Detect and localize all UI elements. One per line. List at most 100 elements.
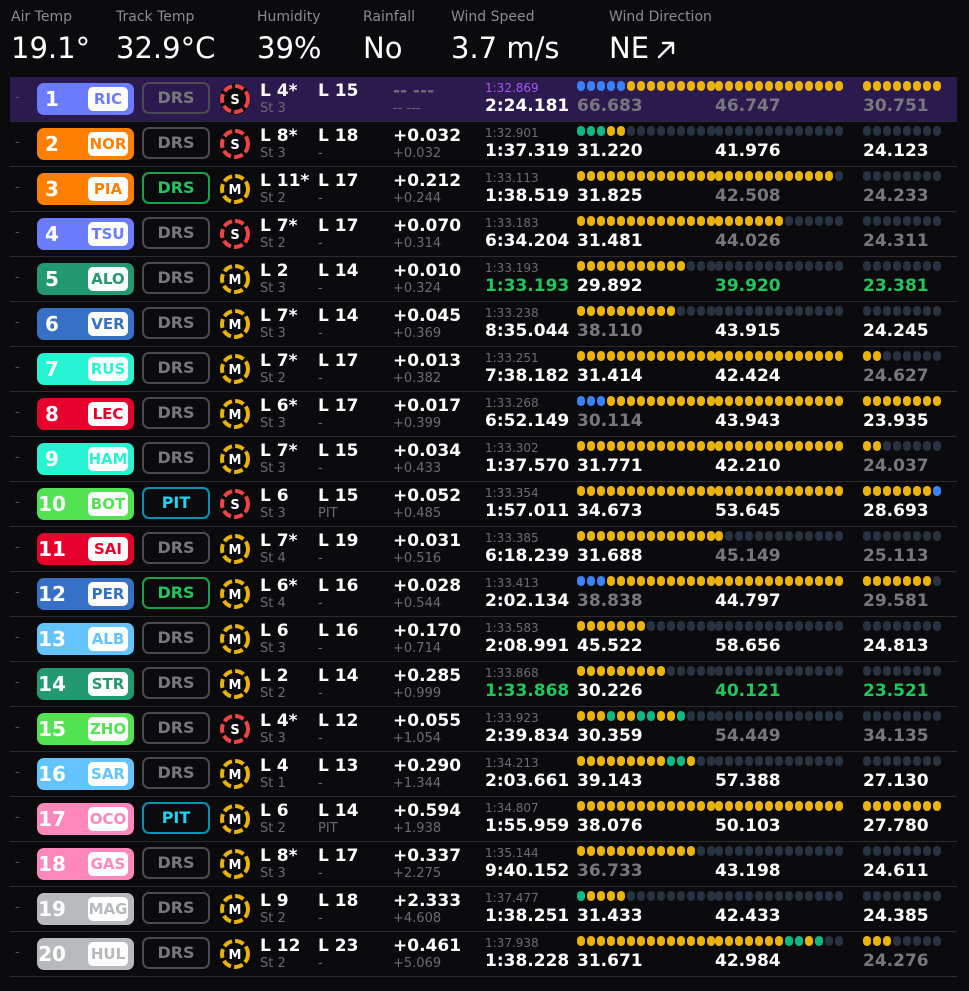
- driver-row[interactable]: -10 BOT PIT S L 6 St 3L 15 PIT +0.052 +0.485 1:33…: [10, 482, 957, 527]
- mini-sector: [933, 576, 941, 586]
- sector-time: 24.276: [863, 951, 929, 971]
- driver-row[interactable]: - 1 RIC DRS S L 4* St 3 L 15 -- --- -- --- 1:32.86…: [10, 77, 957, 122]
- stint-number: St 3: [260, 866, 286, 881]
- drs-indicator: DRS: [142, 622, 210, 654]
- mini-sector: [647, 351, 655, 361]
- mini-sector: [597, 351, 605, 361]
- mini-sector: [933, 441, 941, 451]
- mini-sector: [707, 216, 715, 226]
- driver-row[interactable]: -18 GAS DRS M L 8* St 3L 17- +0.337 +2.275 1:35.…: [10, 842, 957, 887]
- mini-sector: [873, 666, 881, 676]
- mini-sector: [873, 81, 881, 91]
- mini-sector: [735, 576, 743, 586]
- mini-sector: [755, 846, 763, 856]
- gap-to-leader: +1.054: [393, 731, 442, 746]
- driver-row[interactable]: -12 PER DRS M L 6* St 4L 16- +0.028 +0.544 1:33.…: [10, 572, 957, 617]
- mini-sector: [835, 576, 843, 586]
- mini-sector: [607, 531, 615, 541]
- humidity-label: Humidity: [257, 9, 321, 25]
- mini-sector: [903, 441, 911, 451]
- mini-sector: [627, 531, 635, 541]
- sector-time: 27.780: [863, 816, 929, 836]
- mini-sector: [657, 891, 665, 901]
- mini-sector: [657, 531, 665, 541]
- mini-sector: [607, 441, 615, 451]
- mini-sector: [715, 621, 723, 631]
- sector-time: 57.388: [715, 771, 781, 791]
- mini-sector: [795, 576, 803, 586]
- sector-3: 27.130: [863, 756, 943, 792]
- interval: +0.028: [393, 576, 462, 596]
- mini-sector: [863, 846, 871, 856]
- driver-row[interactable]: -5 ALO DRS M L 2 St 3L 14- +0.010 +0.324 1:33.19…: [10, 257, 957, 302]
- mini-sector: [647, 846, 655, 856]
- driver-row[interactable]: -19 MAG DRS M L 9 St 2L 18- +2.333 +4.608 1:37.4…: [10, 887, 957, 932]
- gap-info: +0.034 +0.433: [393, 441, 461, 477]
- driver-row[interactable]: -4 TSU DRS S L 7* St 2L 17- +0.070 +0.314 1:33.1…: [10, 212, 957, 257]
- driver-row[interactable]: -8 LEC DRS M L 6* St 3L 17- +0.017 +0.399 1:33.2…: [10, 392, 957, 437]
- sector-time: 24.385: [863, 906, 929, 926]
- row-indicator: -: [15, 315, 20, 330]
- mini-sector: [765, 621, 773, 631]
- mini-sector: [933, 81, 941, 91]
- mini-sector: [617, 351, 625, 361]
- mini-sectors: [577, 576, 717, 588]
- tyre-compound: M: [229, 858, 242, 873]
- mini-sector: [873, 936, 881, 946]
- lap-times: 1:32.869 2:24.181: [485, 81, 569, 117]
- mini-sector: [835, 261, 843, 271]
- interval: +0.461: [393, 936, 462, 956]
- driver-row[interactable]: -15 ZHO DRS S L 4* St 3L 12- +0.055 +1.054 1:33.…: [10, 707, 957, 752]
- driver-row[interactable]: -3 PIA DRS M L 11* St 2L 17- +0.212 +0.244 1:33.…: [10, 167, 957, 212]
- mini-sector: [707, 936, 715, 946]
- mini-sector: [933, 846, 941, 856]
- medium-tyre-icon: M: [219, 308, 251, 340]
- mini-sectors: [577, 621, 717, 633]
- driver-row[interactable]: -9 HAM DRS M L 7* St 3L 15- +0.034 +0.433 1:33.3…: [10, 437, 957, 482]
- row-indicator: -: [15, 405, 20, 420]
- driver-row[interactable]: -17 OCO PIT M L 6 St 2L 14 PIT +0.594 +1.938 1:34…: [10, 797, 957, 842]
- laps-info: L 14 PIT: [318, 801, 358, 837]
- mini-sector: [863, 216, 871, 226]
- driver-row[interactable]: -6 VER DRS M L 7* St 3L 14- +0.045 +0.369 1:33.2…: [10, 302, 957, 347]
- mini-sector: [697, 711, 705, 721]
- tyre-age: L 7* St 3: [260, 441, 297, 477]
- mini-sector: [775, 126, 783, 136]
- driver-row[interactable]: -14 STR DRS M L 2 St 2L 14- +0.285 +0.999 1:33.8…: [10, 662, 957, 707]
- sector-2: 45.149: [715, 531, 845, 567]
- driver-row[interactable]: -2 NOR DRS S L 8* St 3L 18- +0.032 +0.032 1:32.9…: [10, 122, 957, 167]
- sector-time: 43.915: [715, 321, 781, 341]
- sector-time: 28.693: [863, 501, 929, 521]
- laps-count: L 14: [318, 261, 359, 281]
- mini-sector: [933, 486, 941, 496]
- driver-row[interactable]: -20 HUL DRS M L 12 St 2L 23- +0.461 +5.069 1:37.…: [10, 932, 957, 977]
- mini-sectors: [715, 936, 845, 948]
- drs-indicator: DRS: [142, 532, 210, 564]
- mini-sector: [677, 396, 685, 406]
- mini-sector: [785, 81, 793, 91]
- mini-sector: [697, 621, 705, 631]
- mini-sector: [707, 576, 715, 586]
- mini-sector: [913, 126, 921, 136]
- row-indicator: -: [15, 720, 20, 735]
- mini-sector: [587, 261, 595, 271]
- driver-row[interactable]: -16 SAR DRS M L 4 St 1L 13- +0.290 +1.344 1:34.2…: [10, 752, 957, 797]
- driver-row[interactable]: -11 SAI DRS M L 7* St 4L 19- +0.031 +0.516 1:33.…: [10, 527, 957, 572]
- mini-sector: [657, 486, 665, 496]
- mini-sector: [647, 576, 655, 586]
- mini-sector: [765, 351, 773, 361]
- mini-sector: [913, 261, 921, 271]
- gap-info: +0.461 +5.069: [393, 936, 461, 972]
- mini-sector: [893, 756, 901, 766]
- mini-sector: [835, 801, 843, 811]
- mini-sector: [577, 576, 585, 586]
- mini-sectors: [577, 306, 717, 318]
- lap-times: 1:33.583 2:08.991: [485, 621, 569, 657]
- drs-indicator: DRS: [142, 757, 210, 789]
- mini-sector: [863, 486, 871, 496]
- medium-tyre-icon: M: [219, 263, 251, 295]
- driver-row[interactable]: -13 ALB DRS M L 6 St 3L 16- +0.170 +0.714 1:33.5…: [10, 617, 957, 662]
- driver-row[interactable]: -7 RUS DRS M L 7* St 2L 17- +0.013 +0.382 1:33.2…: [10, 347, 957, 392]
- tyre-compound: S: [230, 93, 239, 108]
- mini-sector: [913, 486, 921, 496]
